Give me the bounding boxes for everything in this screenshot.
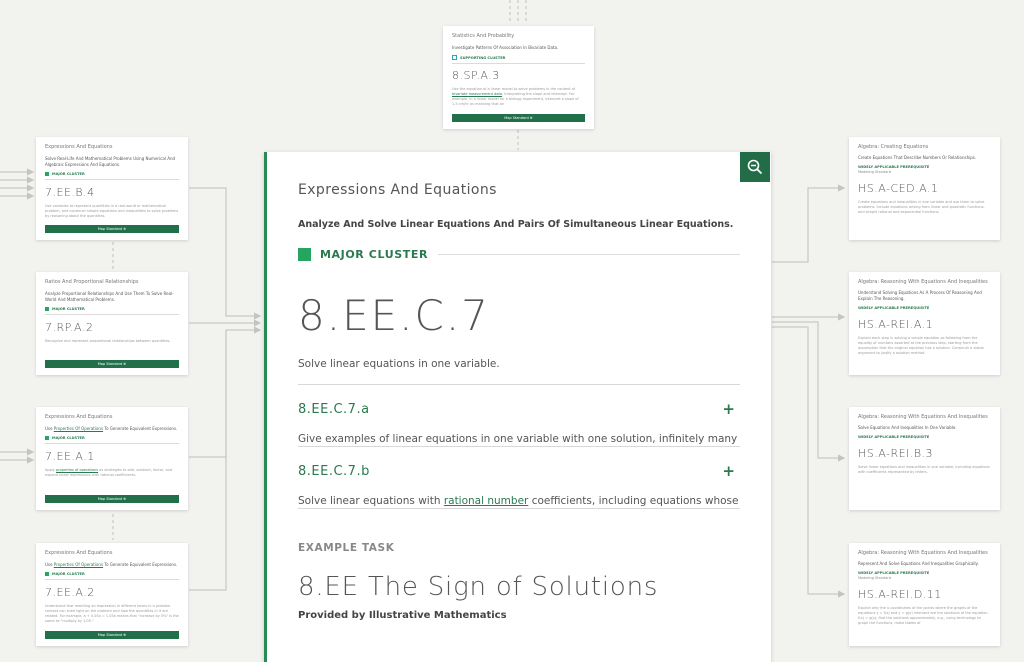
- substandard-code: 8.EE.C.7.b: [298, 463, 370, 479]
- glossary-link[interactable]: Properties Of Operations: [54, 426, 103, 431]
- supporting-cluster-badge: SUPPORTING CLUSTER: [452, 55, 585, 64]
- card-description: Explain each step in solving a simple eq…: [858, 336, 984, 355]
- glossary-link[interactable]: bivariate measurement data: [452, 92, 502, 96]
- major-cluster-badge: MAJOR CLUSTER: [45, 572, 179, 580]
- card-code: HS.A-REI.D.11: [858, 588, 942, 601]
- major-cluster-badge: MAJOR CLUSTER: [45, 436, 179, 444]
- card-code: HS.A-REI.B.3: [858, 447, 934, 460]
- standard-card-hs-a-ced-a-1[interactable]: Algebra: Creating Equations Create Equat…: [849, 137, 1000, 240]
- expand-plus-icon[interactable]: +: [722, 400, 735, 418]
- substandard-text: Solve linear equations with rational num…: [298, 495, 739, 507]
- card-cluster: Investigate Patterns Of Association In B…: [452, 45, 559, 50]
- card-cluster: Represent And Solve Equations And Inequa…: [858, 561, 979, 566]
- supporting-cluster-icon: [452, 55, 457, 60]
- map-standard-button[interactable]: Map Standard ⊕: [45, 495, 179, 503]
- card-description: Apply properties of operations as strate…: [45, 468, 173, 477]
- map-standard-button[interactable]: Map Standard ⊕: [452, 114, 585, 122]
- card-code: 7.EE.A.2: [45, 586, 95, 599]
- map-standard-button[interactable]: Map Standard ⊕: [45, 360, 179, 368]
- map-standard-button[interactable]: Map Standard ⊕: [45, 225, 179, 233]
- major-cluster-icon: [298, 248, 311, 261]
- card-cluster: Analyze Proportional Relationships And U…: [45, 291, 174, 302]
- card-description: Use variables to represent quantities in…: [45, 204, 179, 218]
- card-description: Use the equation of a linear model to so…: [452, 87, 579, 106]
- glossary-link[interactable]: rational number: [444, 495, 529, 507]
- card-cluster: Use Properties Of Operations To Generate…: [45, 426, 178, 431]
- card-description: Solve linear equations and inequalities …: [858, 465, 990, 474]
- prerequisite-badge: WIDELY APPLICABLE PREREQUISITE: [858, 165, 930, 169]
- modeling-standard-label: Modeling Standard: [858, 170, 891, 174]
- card-domain: Expressions And Equations: [45, 144, 113, 150]
- prerequisite-badge: WIDELY APPLICABLE PREREQUISITE: [858, 435, 930, 439]
- divider: [438, 254, 740, 255]
- zoom-out-button[interactable]: [740, 152, 770, 182]
- map-standard-button[interactable]: Map Standard ⊕: [45, 631, 179, 639]
- glossary-link[interactable]: properties of operations: [56, 468, 98, 472]
- expand-plus-icon[interactable]: +: [722, 462, 735, 480]
- substandard-item[interactable]: 8.EE.C.7.a + Give examples of linear equ…: [298, 400, 740, 447]
- card-description: Create equations and inequalities in one…: [858, 200, 985, 214]
- main-standard-panel: Expressions And Equations Analyze And So…: [264, 152, 771, 662]
- card-code: HS.A-CED.A.1: [858, 182, 939, 195]
- card-domain: Expressions And Equations: [45, 550, 113, 556]
- example-task-provider: Provided by Illustrative Mathematics: [298, 610, 507, 621]
- card-description: Recognize and represent proportional rel…: [45, 339, 171, 343]
- card-domain: Algebra: Creating Equations: [858, 144, 929, 150]
- card-code: 7.EE.B.4: [45, 186, 95, 199]
- modeling-standard-label: Modeling Standard: [858, 576, 891, 580]
- standard-card-7-ee-a-1[interactable]: Expressions And Equations Use Properties…: [36, 407, 188, 510]
- card-domain: Expressions And Equations: [45, 414, 113, 420]
- prerequisite-badge: WIDELY APPLICABLE PREREQUISITE: [858, 571, 930, 575]
- card-code: 7.EE.A.1: [45, 450, 95, 463]
- major-cluster-badge: MAJOR CLUSTER: [45, 172, 179, 180]
- card-description: Understand that rewriting an expression …: [45, 604, 179, 623]
- card-cluster: Solve Real-Life And Mathematical Problem…: [45, 156, 176, 167]
- card-code: HS.A-REI.A.1: [858, 318, 934, 331]
- major-cluster-icon: [45, 307, 49, 311]
- major-cluster-icon: [45, 572, 49, 576]
- card-cluster: Create Equations That Describe Numbers O…: [858, 155, 977, 160]
- standard-card-hs-a-rei-d-11[interactable]: Algebra: Reasoning With Equations And In…: [849, 543, 1000, 646]
- glossary-link[interactable]: Properties Of Operations: [54, 562, 103, 567]
- standard-code: 8.EE.C.7: [298, 291, 490, 340]
- example-task-title[interactable]: 8.EE The Sign of Solutions: [298, 572, 740, 602]
- example-task-label: EXAMPLE TASK: [298, 542, 395, 554]
- standard-card-7-ee-b-4[interactable]: Expressions And Equations Solve Real-Lif…: [36, 137, 188, 240]
- major-cluster-icon: [45, 172, 49, 176]
- card-code: 7.RP.A.2: [45, 321, 94, 334]
- substandard-item[interactable]: 8.EE.C.7.b + Solve linear equations with…: [298, 462, 740, 509]
- major-cluster-icon: [45, 436, 49, 440]
- card-cluster: Use Properties Of Operations To Generate…: [45, 562, 178, 567]
- prerequisite-badge: WIDELY APPLICABLE PREREQUISITE: [858, 306, 930, 310]
- card-cluster: Understand Solving Equations As A Proces…: [858, 290, 982, 301]
- zoom-out-icon: [747, 159, 763, 175]
- card-domain: Algebra: Reasoning With Equations And In…: [858, 550, 988, 556]
- standard-description: Solve linear equations in one variable.: [298, 358, 740, 385]
- card-cluster: Solve Equations And Inequalities In One …: [858, 425, 957, 430]
- substandard-text: Give examples of linear equations in one…: [298, 433, 738, 445]
- cluster-title: Analyze And Solve Linear Equations And P…: [298, 219, 734, 230]
- substandard-code: 8.EE.C.7.a: [298, 401, 370, 417]
- card-code: 8.SP.A.3: [452, 69, 500, 82]
- standard-card-7-rp-a-2[interactable]: Ratios And Proportional Relationships An…: [36, 272, 188, 375]
- domain-title: Expressions And Equations: [298, 182, 497, 198]
- card-domain: Statistics And Probability: [452, 33, 515, 39]
- card-description: Explain why the x-coordinates of the poi…: [858, 606, 988, 625]
- standard-card-hs-a-rei-a-1[interactable]: Algebra: Reasoning With Equations And In…: [849, 272, 1000, 375]
- standard-card-7-ee-a-2[interactable]: Expressions And Equations Use Properties…: [36, 543, 188, 646]
- standard-card-hs-a-rei-b-3[interactable]: Algebra: Reasoning With Equations And In…: [849, 407, 1000, 510]
- card-domain: Algebra: Reasoning With Equations And In…: [858, 414, 988, 420]
- card-domain: Ratios And Proportional Relationships: [45, 279, 139, 285]
- major-cluster-badge: MAJOR CLUSTER: [298, 248, 740, 261]
- major-cluster-badge: MAJOR CLUSTER: [45, 307, 179, 315]
- card-domain: Algebra: Reasoning With Equations And In…: [858, 279, 988, 285]
- standard-card-8-sp-a-3[interactable]: Statistics And Probability Investigate P…: [443, 26, 594, 129]
